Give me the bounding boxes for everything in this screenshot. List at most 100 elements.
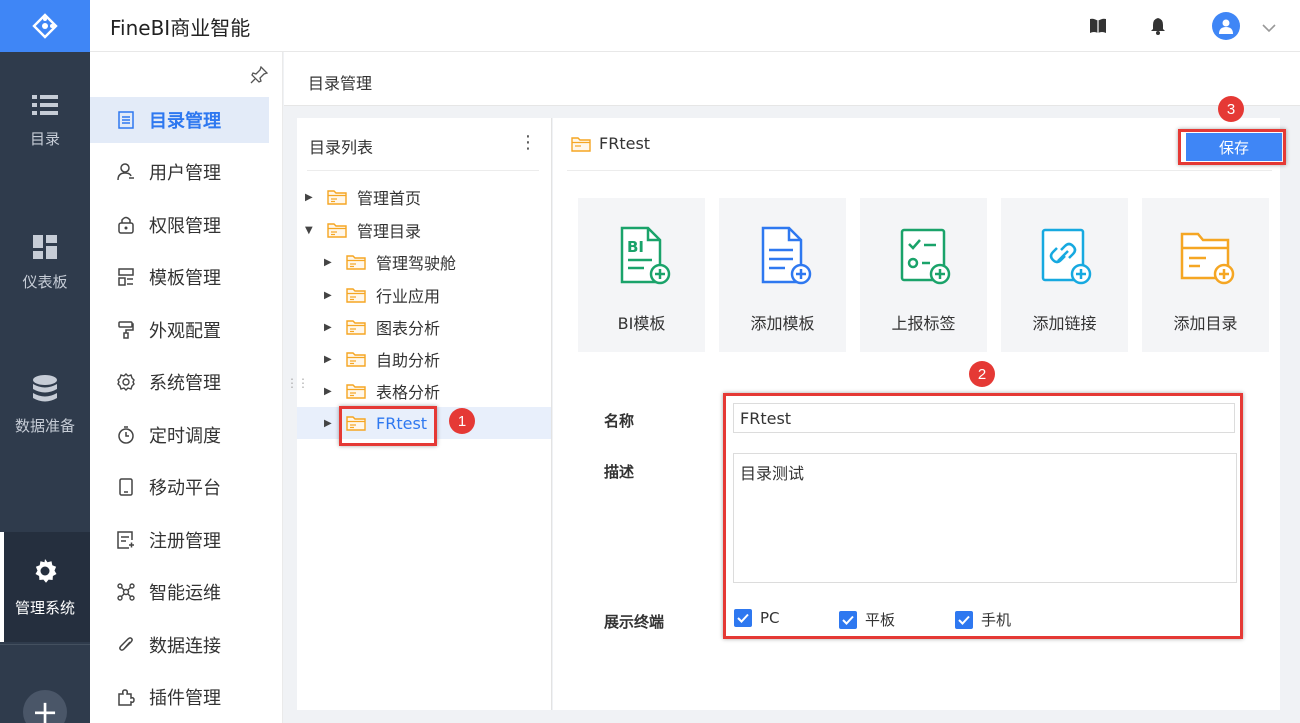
user-avatar-icon bbox=[1219, 19, 1233, 34]
rail-item-dashboard[interactable]: 仪表板 bbox=[0, 208, 90, 318]
tree-node-home[interactable]: ▶ 管理首页 bbox=[305, 181, 421, 213]
avatar[interactable] bbox=[1212, 12, 1240, 40]
add-button[interactable]: + bbox=[23, 690, 67, 723]
caret-right-icon[interactable]: ▶ bbox=[305, 192, 319, 203]
tree-header: 目录列表 bbox=[309, 138, 374, 157]
register-icon bbox=[116, 530, 136, 550]
list-icon bbox=[32, 94, 58, 115]
add-folder-icon bbox=[1180, 232, 1234, 285]
tree-node-self-service[interactable]: ▶ 自助分析 bbox=[324, 343, 440, 375]
book-icon[interactable] bbox=[1088, 16, 1108, 36]
highlight-frame-3 bbox=[1178, 129, 1286, 165]
nav-item-mobile[interactable]: 移动平台 bbox=[90, 464, 269, 510]
caret-right-icon[interactable]: ▶ bbox=[324, 290, 338, 301]
terminal-label: 展示终端 bbox=[604, 613, 665, 631]
bi-template-icon: BI bbox=[620, 226, 670, 285]
top-header: FineBI商业智能 bbox=[90, 0, 1300, 52]
nav-item-permissions[interactable]: 权限管理 bbox=[90, 202, 269, 248]
detail-title: FRtest bbox=[571, 134, 650, 153]
pin-icon[interactable] bbox=[250, 65, 269, 88]
nav-item-system[interactable]: 系统管理 bbox=[90, 359, 269, 405]
admin-nav: 目录管理 用户管理 权限管理 模板管理 外观配置 系统管理 定时调度 移动平台 … bbox=[90, 52, 283, 723]
nav-label: 智能运维 bbox=[149, 583, 221, 604]
folder-icon bbox=[346, 254, 366, 270]
nav-item-appearance[interactable]: 外观配置 bbox=[90, 307, 269, 353]
bell-icon[interactable] bbox=[1148, 16, 1168, 36]
paint-roller-icon bbox=[116, 320, 136, 340]
nav-item-users[interactable]: 用户管理 bbox=[90, 149, 269, 195]
nav-item-schedule[interactable]: 定时调度 bbox=[90, 412, 269, 458]
dashboard-icon bbox=[33, 234, 57, 259]
tree-node-label: 管理首页 bbox=[357, 189, 422, 208]
rail-item-admin[interactable]: 管理系统 bbox=[0, 532, 90, 642]
tree-node-admin-catalog[interactable]: ▼ 管理目录 bbox=[305, 214, 421, 246]
app-logo[interactable] bbox=[0, 0, 90, 52]
card-report-tag[interactable]: 上报标签 bbox=[860, 198, 987, 352]
card-label: 上报标签 bbox=[891, 314, 956, 333]
rail-label: 数据准备 bbox=[14, 416, 75, 435]
card-add-folder[interactable]: 添加目录 bbox=[1142, 198, 1269, 352]
breadcrumb: 目录管理 bbox=[284, 52, 1300, 106]
caret-right-icon[interactable]: ▶ bbox=[324, 354, 338, 365]
card-bi-template[interactable]: BI BI模板 bbox=[578, 198, 705, 352]
rail-label: 目录 bbox=[29, 129, 60, 148]
settings-icon bbox=[116, 372, 136, 392]
tree-node-industry[interactable]: ▶ 行业应用 bbox=[324, 279, 440, 311]
tree-node-chart-analysis[interactable]: ▶ 图表分析 bbox=[324, 311, 440, 343]
add-template-icon bbox=[761, 226, 811, 285]
folder-icon bbox=[571, 136, 591, 152]
tree-node-cockpit[interactable]: ▶ 管理驾驶舱 bbox=[324, 246, 456, 278]
description-label: 描述 bbox=[604, 463, 635, 481]
detail-title-label: FRtest bbox=[599, 134, 651, 153]
folder-icon bbox=[346, 319, 366, 335]
svg-text:BI: BI bbox=[627, 238, 644, 256]
tree-node-label: 图表分析 bbox=[376, 319, 441, 338]
card-add-template[interactable]: 添加模板 bbox=[719, 198, 846, 352]
rail-label: 管理系统 bbox=[14, 598, 75, 617]
tree-node-label: 行业应用 bbox=[376, 287, 441, 306]
caret-right-icon[interactable]: ▶ bbox=[324, 322, 338, 333]
report-tag-icon bbox=[900, 228, 950, 285]
network-icon bbox=[116, 582, 136, 602]
tree-node-label: 管理目录 bbox=[357, 222, 422, 241]
highlight-frame-1 bbox=[339, 406, 437, 446]
paperclip-icon bbox=[116, 635, 136, 655]
card-label: 添加模板 bbox=[750, 314, 815, 333]
more-options-icon[interactable]: ⋮ bbox=[519, 132, 537, 153]
card-label: 添加链接 bbox=[1032, 314, 1097, 333]
nav-item-data-connection[interactable]: 数据连接 bbox=[90, 622, 269, 668]
nav-label: 模板管理 bbox=[149, 268, 221, 289]
highlight-frame-2 bbox=[723, 393, 1243, 639]
tree-node-label: 管理驾驶舱 bbox=[376, 254, 457, 273]
nav-item-catalog[interactable]: 目录管理 bbox=[90, 97, 269, 143]
database-icon bbox=[33, 374, 57, 401]
card-label: BI模板 bbox=[617, 314, 666, 333]
chevron-down-icon[interactable] bbox=[1262, 18, 1276, 37]
template-icon bbox=[116, 267, 136, 287]
catalog-icon bbox=[116, 110, 136, 130]
rail-item-catalog[interactable]: 目录 bbox=[0, 66, 90, 176]
rail-item-data-prep[interactable]: 数据准备 bbox=[0, 350, 90, 460]
nav-item-plugins[interactable]: 插件管理 bbox=[90, 674, 269, 720]
nav-label: 目录管理 bbox=[149, 111, 221, 132]
resize-handle[interactable]: ⋮⋮ bbox=[286, 377, 309, 389]
caret-right-icon[interactable]: ▶ bbox=[324, 386, 338, 397]
nav-item-templates[interactable]: 模板管理 bbox=[90, 254, 269, 300]
nav-item-ops[interactable]: 智能运维 bbox=[90, 569, 269, 615]
step-badge-2: 2 bbox=[969, 361, 995, 387]
card-add-link[interactable]: 添加链接 bbox=[1001, 198, 1128, 352]
nav-label: 注册管理 bbox=[149, 531, 221, 552]
caret-right-icon[interactable]: ▶ bbox=[324, 257, 338, 268]
caret-down-icon[interactable]: ▼ bbox=[305, 225, 319, 236]
rail-label: 仪表板 bbox=[22, 272, 68, 291]
tree-node-table-analysis[interactable]: ▶ 表格分析 bbox=[324, 375, 440, 407]
name-label: 名称 bbox=[604, 412, 635, 430]
mobile-icon bbox=[116, 477, 136, 497]
rail-divider bbox=[0, 644, 90, 645]
nav-item-register[interactable]: 注册管理 bbox=[90, 517, 269, 563]
caret-right-icon[interactable]: ▶ bbox=[324, 418, 338, 429]
tree-node-label: 自助分析 bbox=[376, 351, 441, 370]
divider bbox=[567, 170, 1272, 171]
nav-label: 插件管理 bbox=[149, 688, 221, 709]
card-label: 添加目录 bbox=[1173, 314, 1238, 333]
